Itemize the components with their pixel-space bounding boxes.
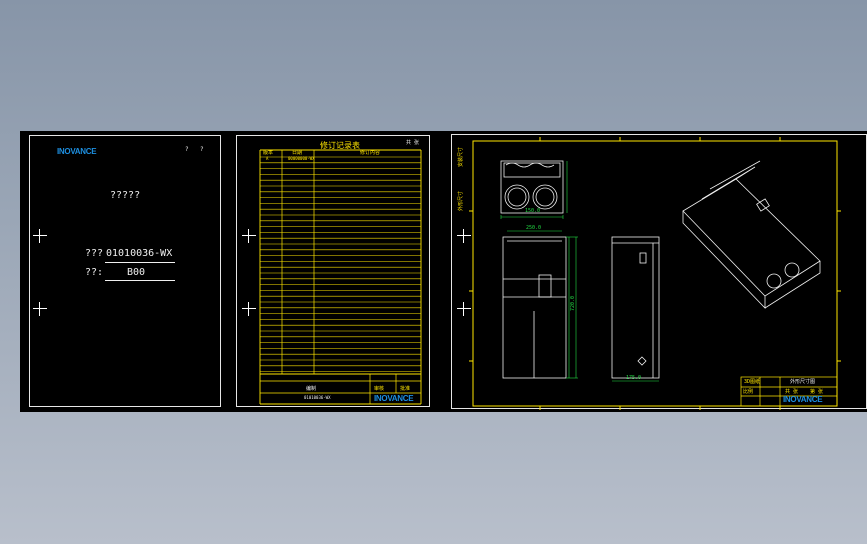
title-block-total: 共 张 [785,389,799,395]
title-block-name: 外形尺寸图 [790,379,816,385]
title-block [740,376,838,407]
title-block-page: 第 张 [810,389,824,395]
cad-model-space[interactable]: INOVANCE ? ? ????? ??? 01010036-WX ??: B… [20,131,867,412]
title-block-top: 3D图纸 [744,379,761,385]
inovance-logo: INOVANCE [783,395,823,404]
title-block-scale: 比例 [743,389,754,395]
